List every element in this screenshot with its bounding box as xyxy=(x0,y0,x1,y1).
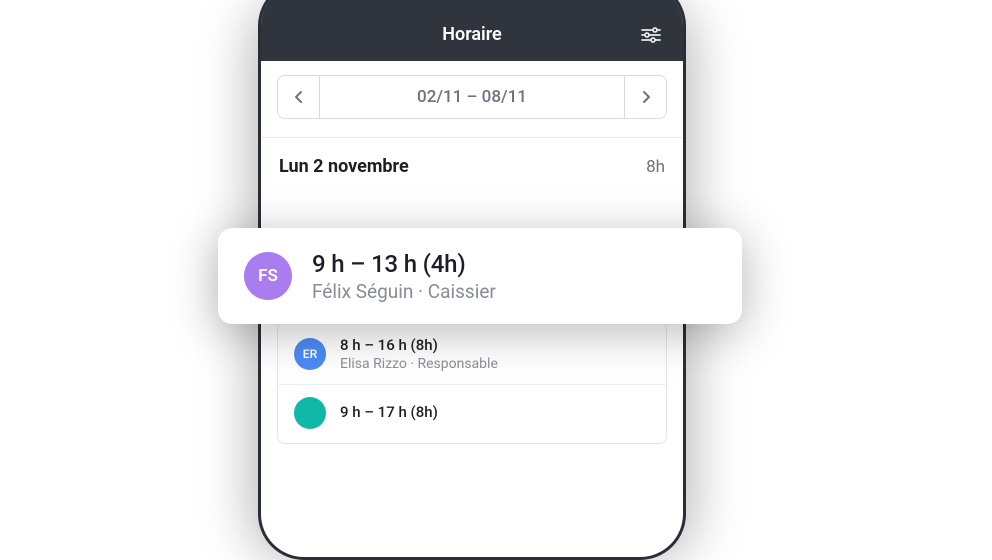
divider xyxy=(278,384,666,385)
shift-row: 9 h – 17 h (8h) xyxy=(294,397,650,429)
avatar: ER xyxy=(294,338,326,370)
day-total-hours: 8h xyxy=(646,157,665,177)
next-week-button[interactable] xyxy=(624,76,666,118)
shift-time: 9 h – 17 h (8h) xyxy=(340,403,438,421)
prev-week-button[interactable] xyxy=(278,76,320,118)
shift-time: 9 h – 13 h (4h) xyxy=(312,250,496,278)
shift-row: ER 8 h – 16 h (8h) Elisa Rizzo · Respons… xyxy=(294,336,650,372)
date-navigator: 02/11 – 08/11 xyxy=(277,75,667,119)
filter-icon[interactable] xyxy=(641,27,661,43)
avatar xyxy=(294,397,326,429)
shift-info: 8 h – 16 h (8h) Elisa Rizzo · Responsabl… xyxy=(340,336,498,372)
shift-time: 8 h – 16 h (8h) xyxy=(340,336,498,354)
shift-meta: Elisa Rizzo · Responsable xyxy=(340,356,498,372)
day-header: Lun 2 novembre 8h xyxy=(277,138,667,187)
shift-info: 9 h – 13 h (4h) Félix Séguin · Caissier xyxy=(312,250,496,303)
date-range-label[interactable]: 02/11 – 08/11 xyxy=(320,76,624,118)
app-header: Horaire xyxy=(261,0,683,61)
shift-card-group[interactable]: ER 8 h – 16 h (8h) Elisa Rizzo · Respons… xyxy=(277,321,667,444)
shift-meta: Félix Séguin · Caissier xyxy=(312,280,496,303)
highlight-shift-card[interactable]: FS 9 h – 13 h (4h) Félix Séguin · Caissi… xyxy=(218,228,742,324)
shift-info: 9 h – 17 h (8h) xyxy=(340,403,438,423)
avatar: FS xyxy=(244,252,292,300)
day-label: Lun 2 novembre xyxy=(279,156,409,177)
page-title: Horaire xyxy=(442,24,501,45)
